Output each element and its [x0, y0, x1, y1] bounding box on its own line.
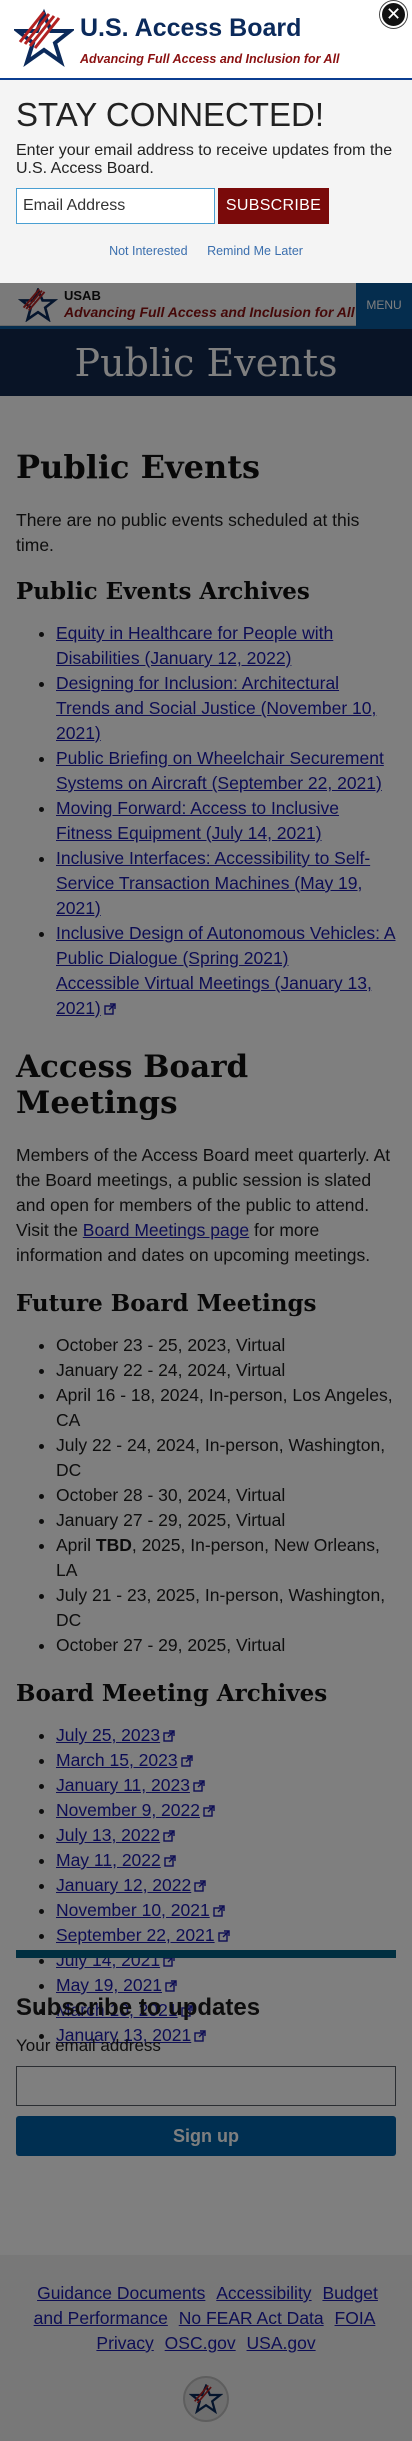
modal-description: Enter your email address to receive upda…	[16, 142, 393, 177]
email-field[interactable]	[16, 188, 215, 224]
close-icon[interactable]: ✕	[380, 1, 407, 28]
modal-logo-tagline: Advancing Full Access and Inclusion for …	[80, 52, 340, 66]
modal-logo-title: U.S. Access Board	[80, 14, 302, 42]
remind-later-link[interactable]: Remind Me Later	[207, 244, 303, 258]
access-board-logo-icon	[14, 8, 74, 68]
modal-links: Not Interested Remind Me Later	[0, 244, 412, 258]
modal-backdrop[interactable]	[0, 0, 412, 2441]
modal-heading: STAY CONNECTED!	[16, 96, 325, 133]
subscribe-button[interactable]: SUBSCRIBE	[218, 188, 329, 224]
subscribe-modal: U.S. Access Board Advancing Full Access …	[0, 0, 412, 283]
not-interested-link[interactable]: Not Interested	[109, 244, 188, 258]
modal-header: U.S. Access Board Advancing Full Access …	[0, 0, 412, 80]
